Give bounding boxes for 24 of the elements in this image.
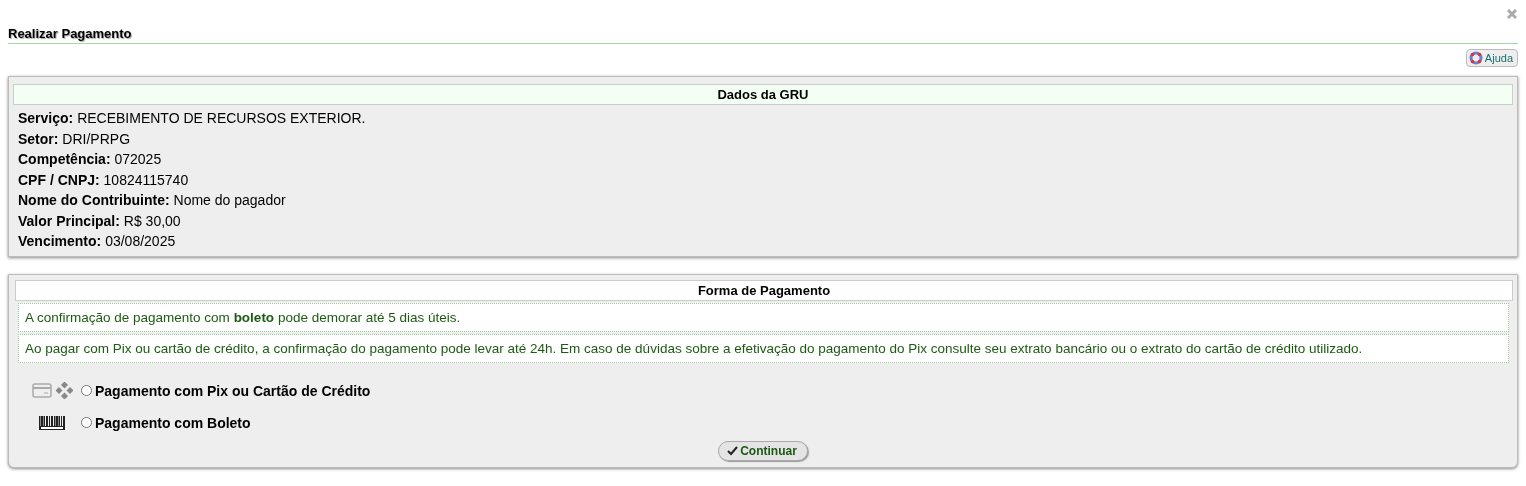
continue-button[interactable]: Continuar	[718, 440, 808, 461]
info-field: Vencimento: 03/08/2025	[13, 231, 1513, 252]
section-header: Forma de Pagamento	[15, 279, 1513, 301]
radio-button[interactable]	[81, 417, 92, 428]
barcode-icon	[38, 415, 66, 430]
radio-button[interactable]	[81, 385, 92, 396]
info-note: A confirmação de pagamento com boleto pode demorar até 5 dias úteis.	[18, 302, 1509, 332]
info-field: Valor Principal: R$ 30,00	[13, 210, 1513, 231]
diamond-icon	[55, 382, 73, 399]
lifebuoy-icon	[1468, 51, 1483, 65]
info-field: Competência: 072025	[13, 149, 1513, 170]
info-field: Setor: DRI/PRPG	[13, 128, 1513, 149]
info-note: Ao pagar com Pix ou cartão de crédito, a confirmação do pagamento pode levar até 24h. Em caso de dúvidas sobre a efetivação do pagamento do Pix consulte seu extrato bancário ou o extrato do cartão de crédito utilizado.	[18, 333, 1509, 363]
info-field: Serviço: RECEBIMENTO DE RECURSOS EXTERIOR.	[13, 108, 1513, 129]
card-icon	[31, 383, 52, 398]
close-icon[interactable]	[1506, 8, 1518, 20]
option-label[interactable]: Pagamento com Pix ou Cartão de Crédito	[95, 382, 371, 399]
info-field: Nome do Contribuinte: Nome do pagador	[13, 190, 1513, 211]
info-field: CPF / CNPJ: 10824115740	[13, 169, 1513, 190]
help-button[interactable]: Ajuda	[1465, 49, 1518, 67]
option-label[interactable]: Pagamento com Boleto	[95, 414, 251, 431]
page-title: Realizar Pagamento	[8, 26, 1518, 44]
section-header: Dados da GRU	[13, 84, 1513, 105]
check-icon	[727, 445, 739, 456]
